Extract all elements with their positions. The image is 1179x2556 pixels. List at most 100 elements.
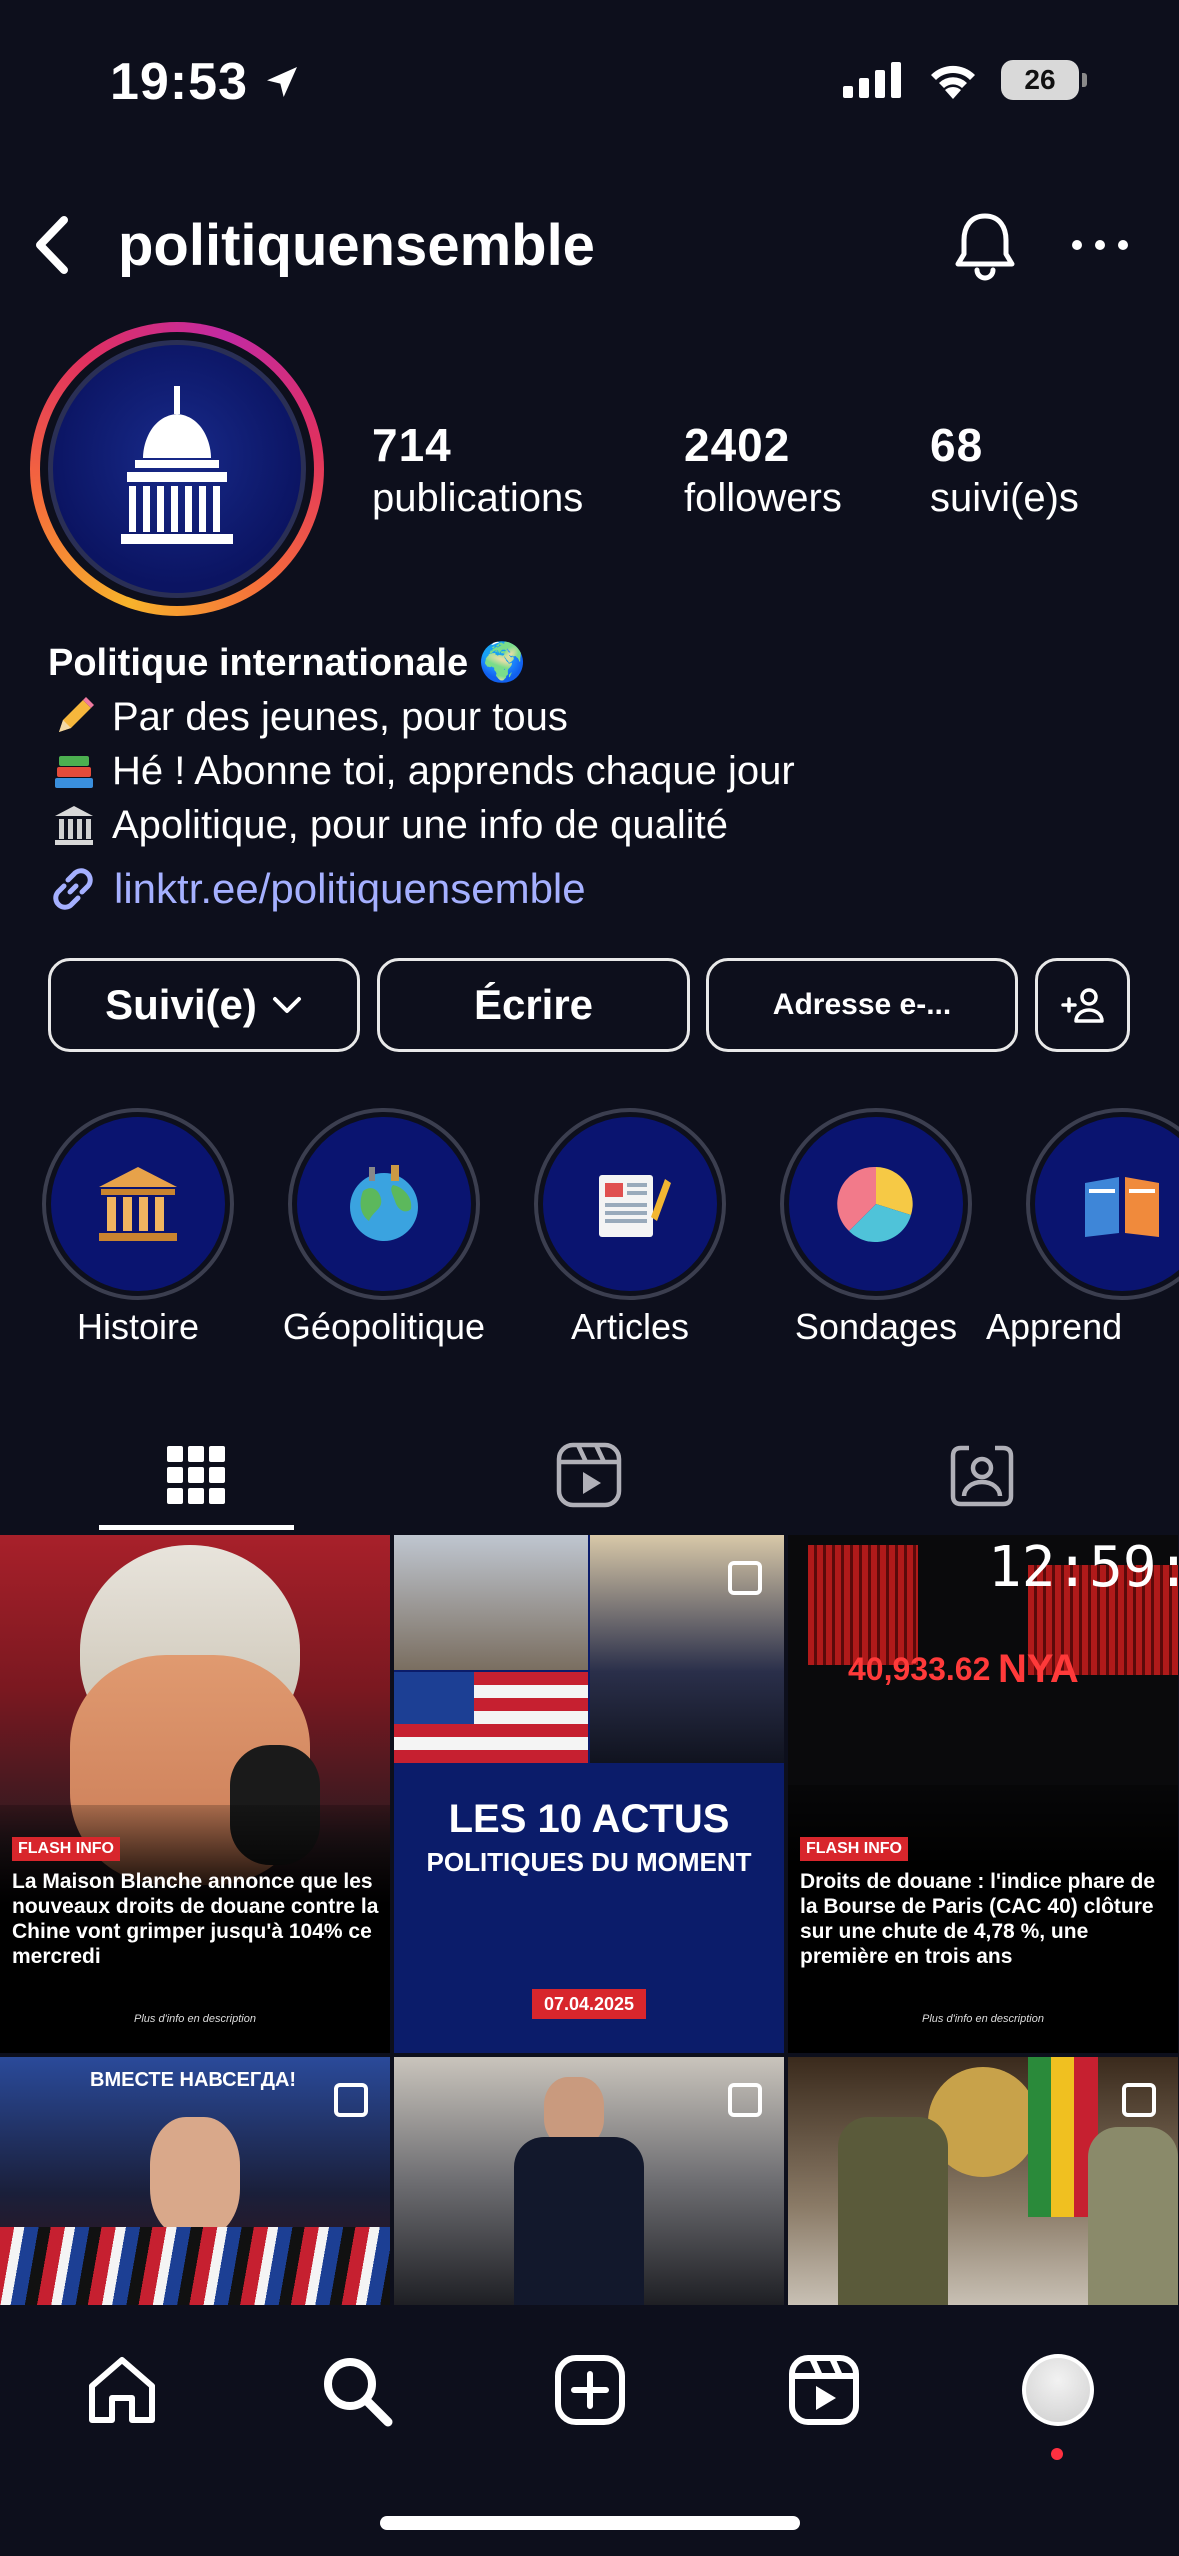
- email-button[interactable]: Adresse e-...: [706, 958, 1018, 1052]
- carousel-icon: [728, 1561, 762, 1595]
- profile-username: politiquensemble: [118, 213, 595, 278]
- back-arrow-icon[interactable]: [22, 210, 82, 280]
- post-image-soldier: [838, 2117, 948, 2305]
- following-label: suivi(e)s: [930, 476, 1079, 520]
- highlight-articles[interactable]: Articles: [534, 1108, 726, 1347]
- post-tile-4[interactable]: ВМЕСТЕ НАВСЕГДА!: [0, 2057, 390, 2305]
- bio-line-text: Hé ! Abonne toi, apprends chaque jour: [112, 748, 795, 793]
- add-person-icon: [1060, 988, 1104, 1023]
- post-title-line-2: POLITIQUES DU MOMENT: [426, 1847, 752, 1877]
- tab-posts-grid[interactable]: [96, 1420, 296, 1530]
- clock: 19:53: [110, 53, 248, 111]
- message-label: Écrire: [473, 981, 594, 1028]
- battery-level: 26: [1024, 64, 1056, 95]
- profile-header: politiquensemble: [0, 200, 1179, 290]
- post-title-line-1: LES 10 ACTUS: [448, 1797, 730, 1841]
- newspaper-icon: [599, 1175, 671, 1237]
- tab-tagged[interactable]: [882, 1420, 1082, 1530]
- following-button[interactable]: Suivi(e): [48, 958, 360, 1052]
- grid-icon: [167, 1446, 225, 1504]
- open-book-icon: [1085, 1177, 1159, 1237]
- search-icon: [324, 2358, 393, 2427]
- following-count: 68: [930, 419, 984, 471]
- status-bar: 19:53 26: [0, 0, 1179, 170]
- post-tile-1[interactable]: FLASH INFO La Maison Blanche annonce que…: [0, 1535, 390, 2053]
- more-options-icon[interactable]: [1065, 220, 1135, 270]
- status-icons: 26: [843, 60, 1087, 100]
- signal-icon: [843, 62, 901, 98]
- nav-create[interactable]: [550, 2350, 630, 2430]
- post-tile-2[interactable]: LES 10 ACTUS POLITIQUES DU MOMENT 07.04.…: [394, 1535, 784, 2053]
- post-tile-5[interactable]: [394, 2057, 784, 2305]
- bell-icon[interactable]: [950, 208, 1020, 282]
- reels-icon: [556, 1442, 622, 1508]
- post-banner: ВМЕСТЕ НАВСЕГДА!: [90, 2069, 297, 2091]
- location-arrow-icon: [267, 67, 297, 97]
- tab-reels[interactable]: [489, 1420, 689, 1530]
- suggest-people-button[interactable]: [1035, 958, 1130, 1052]
- battery-indicator: 26: [1001, 60, 1087, 100]
- tagged-person-icon: [950, 1445, 1014, 1507]
- highlight-apprend[interactable]: Apprend: [986, 1108, 1179, 1347]
- post-tile-3[interactable]: 12:59:10 40,933.62 NYA FLASH INFO Droits…: [788, 1535, 1178, 2053]
- carousel-icon: [334, 2083, 368, 2117]
- bio-link[interactable]: linktr.ee/politiquensemble: [48, 864, 586, 914]
- nav-profile[interactable]: [1018, 2350, 1098, 2430]
- bio-name: Politique internationale 🌍: [48, 642, 527, 684]
- followers-label: followers: [684, 476, 842, 520]
- publications-count: 714: [372, 419, 452, 471]
- home-indicator: [380, 2516, 800, 2530]
- post-date-badge: 07.04.2025: [532, 1989, 646, 2019]
- followers-count: 2402: [684, 419, 791, 471]
- highlight-label: Apprend: [986, 1306, 1123, 1347]
- ticker-value: 40,933.62: [848, 1651, 991, 1687]
- highlight-sondages[interactable]: Sondages: [780, 1108, 972, 1347]
- bio-line-1: Par des jeunes, pour tous: [48, 690, 1148, 744]
- link-icon: [53, 868, 93, 910]
- stat-following[interactable]: 68 suivi(e)s: [930, 418, 1079, 521]
- post-footer: Plus d'info en description: [922, 2013, 1044, 2025]
- post-caption: La Maison Blanche annonce que les nouvea…: [12, 1870, 379, 1968]
- post-tile-6[interactable]: [788, 2057, 1178, 2305]
- message-button[interactable]: Écrire: [377, 958, 690, 1052]
- profile-tabs: [0, 1420, 1179, 1530]
- nav-search[interactable]: [316, 2350, 396, 2430]
- post-image-flag: [394, 1672, 588, 1763]
- post-image-putin: [150, 2117, 240, 2237]
- email-label: Adresse e-...: [772, 988, 952, 1021]
- highlight-histoire[interactable]: Histoire: [42, 1108, 234, 1347]
- nav-reels[interactable]: [784, 2350, 864, 2430]
- books-icon: [48, 747, 100, 795]
- following-label: Suivi(e): [105, 981, 257, 1028]
- globe-icon: [350, 1165, 418, 1241]
- stat-publications[interactable]: 714 publications: [372, 418, 583, 521]
- chevron-down-icon: [272, 997, 301, 1013]
- pencil-icon: [48, 693, 100, 741]
- carousel-icon: [728, 2083, 762, 2117]
- temple-icon: [99, 1167, 177, 1241]
- classical-building-icon: [48, 801, 100, 849]
- carousel-icon: [1122, 2083, 1156, 2117]
- bio-link-text[interactable]: linktr.ee/politiquensemble: [114, 865, 586, 913]
- highlight-geopolitique[interactable]: Géopolitique: [283, 1108, 485, 1347]
- post-footer: Plus d'info en description: [134, 2013, 256, 2025]
- bio-line-text: Apolitique, pour une info de qualité: [112, 802, 729, 847]
- post-caption: Droits de douane : l'indice phare de la …: [800, 1870, 1156, 1968]
- create-post-icon: [555, 2355, 625, 2425]
- ticker-time: 12:59:10: [988, 1535, 1178, 1600]
- bio-line-3: Apolitique, pour une info de qualité: [48, 798, 1148, 852]
- profile-avatar-small: [1022, 2354, 1094, 2426]
- posts-grid: FLASH INFO La Maison Blanche annonce que…: [0, 1535, 1179, 2305]
- nav-home[interactable]: [82, 2350, 162, 2430]
- profile-avatar: [48, 340, 306, 598]
- profile-bio: Politique internationale 🌍 Par des jeune…: [48, 636, 1148, 852]
- post-image-chart: [808, 1545, 918, 1665]
- home-icon: [89, 2357, 155, 2423]
- story-ring[interactable]: [30, 322, 324, 616]
- stat-followers[interactable]: 2402 followers: [684, 418, 842, 521]
- bio-line-2: Hé ! Abonne toi, apprends chaque jour: [48, 744, 1148, 798]
- ticker-exchange: NYA: [998, 1647, 1079, 1691]
- instagram-profile-screen: 19:53 26 politiquensemble 714 publicatio…: [0, 0, 1179, 2556]
- flash-info-tag: FLASH INFO: [12, 1837, 120, 1861]
- reels-nav-icon: [789, 2355, 859, 2425]
